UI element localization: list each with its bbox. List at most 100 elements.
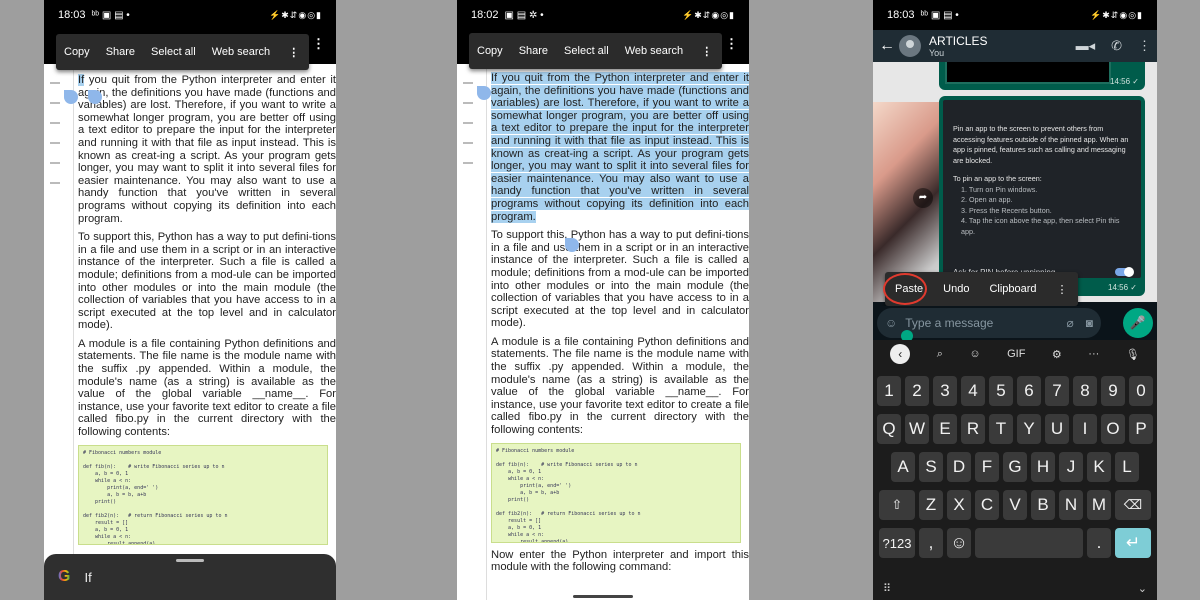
shift-key[interactable]: ⇧ xyxy=(879,490,915,520)
paragraph-2[interactable]: To support this, Python has a way to put… xyxy=(78,231,336,332)
key[interactable]: 0 xyxy=(1129,376,1153,406)
key[interactable]: B xyxy=(1031,490,1055,520)
key[interactable]: 4 xyxy=(961,376,985,406)
key[interactable]: 5 xyxy=(989,376,1013,406)
key[interactable]: Q xyxy=(877,414,901,444)
key[interactable]: 7 xyxy=(1045,376,1069,406)
paste-menu-more-icon[interactable]: ⋮ xyxy=(1047,283,1078,296)
key[interactable]: S xyxy=(919,452,943,482)
key[interactable]: W xyxy=(905,414,929,444)
message-bubble-image[interactable]: 14:56 ✓ xyxy=(939,62,1145,90)
keyboard-hide-icon[interactable]: ⌄ xyxy=(1138,582,1147,595)
selection-start-handle[interactable] xyxy=(477,86,491,100)
emoji-key[interactable]: ☺ xyxy=(947,528,971,558)
document-text[interactable]: If you quit from the Python interpreter … xyxy=(491,72,749,580)
key[interactable]: L xyxy=(1115,452,1139,482)
web-search-button[interactable]: Web search xyxy=(204,46,279,58)
menu-more-icon[interactable]: ⋮ xyxy=(691,45,722,58)
search-query[interactable]: If xyxy=(84,570,91,585)
selection-end-handle[interactable] xyxy=(565,238,579,252)
copy-button[interactable]: Copy xyxy=(56,46,98,58)
key[interactable]: N xyxy=(1059,490,1083,520)
key[interactable]: G xyxy=(1003,452,1027,482)
paragraph-3[interactable]: A module is a file containing Python def… xyxy=(491,336,749,437)
key[interactable]: O xyxy=(1101,414,1125,444)
key[interactable]: Z xyxy=(919,490,943,520)
copy-button[interactable]: Copy xyxy=(469,45,511,57)
key[interactable]: U xyxy=(1045,414,1069,444)
key[interactable]: H xyxy=(1031,452,1055,482)
comma-key[interactable]: , xyxy=(919,528,943,558)
google-search-bar[interactable]: G If xyxy=(44,554,336,600)
key[interactable]: J xyxy=(1059,452,1083,482)
share-button[interactable]: Share xyxy=(511,45,556,57)
key[interactable]: A xyxy=(891,452,915,482)
back-arrow-icon[interactable]: ← xyxy=(879,37,895,55)
space-key[interactable] xyxy=(975,528,1083,558)
selection-end-handle[interactable] xyxy=(88,90,102,104)
chat-area[interactable]: ➦ 14:56 ✓ Pin an app to the screen to pr… xyxy=(873,62,1157,302)
document-viewer[interactable]: If you quit from the Python interpreter … xyxy=(457,64,749,600)
keyboard-settings-icon[interactable]: ⚙ xyxy=(1052,348,1062,361)
paragraph-3[interactable]: A module is a file containing Python def… xyxy=(78,338,336,439)
symbols-key[interactable]: ?123 xyxy=(879,528,915,558)
select-all-button[interactable]: Select all xyxy=(143,46,204,58)
app-more-icon[interactable]: ⋮ xyxy=(312,36,325,52)
app-more-icon[interactable]: ⋮ xyxy=(725,36,738,52)
paragraph-1[interactable]: If you quit from the Python interpreter … xyxy=(78,74,336,225)
key[interactable]: M xyxy=(1087,490,1111,520)
web-search-button[interactable]: Web search xyxy=(617,45,692,57)
key[interactable]: X xyxy=(947,490,971,520)
chat-more-icon[interactable]: ⋮ xyxy=(1138,38,1151,54)
document-text[interactable]: If you quit from the Python interpreter … xyxy=(78,74,336,545)
key[interactable]: 2 xyxy=(905,376,929,406)
keyboard-back-icon[interactable]: ‹ xyxy=(890,344,911,364)
key[interactable]: R xyxy=(961,414,985,444)
key[interactable]: P xyxy=(1129,414,1153,444)
key[interactable]: T xyxy=(989,414,1013,444)
gesture-bar[interactable] xyxy=(573,595,633,598)
gif-button[interactable]: GIF xyxy=(1007,348,1025,360)
key[interactable]: C xyxy=(975,490,999,520)
drag-handle[interactable] xyxy=(176,559,204,562)
mic-button[interactable]: 🎤 xyxy=(1123,308,1153,338)
key[interactable]: 1 xyxy=(877,376,901,406)
enter-key[interactable]: ↵ xyxy=(1115,528,1151,558)
paragraph-2[interactable]: To support this, Python has a way to put… xyxy=(491,229,749,330)
share-button[interactable]: Share xyxy=(98,46,143,58)
paragraph-1-selected[interactable]: If you quit from the Python interpreter … xyxy=(491,72,749,223)
attach-icon[interactable]: ⌀ xyxy=(1067,316,1074,330)
menu-more-icon[interactable]: ⋮ xyxy=(278,46,309,59)
key[interactable]: 3 xyxy=(933,376,957,406)
chat-title-block[interactable]: ARTICLES You xyxy=(929,34,987,58)
key[interactable]: 8 xyxy=(1073,376,1097,406)
key[interactable]: Y xyxy=(1017,414,1041,444)
keyboard-more-icon[interactable]: ··· xyxy=(1088,348,1099,360)
selection-start-handle[interactable] xyxy=(64,90,78,104)
forward-icon[interactable]: ➦ xyxy=(913,188,933,208)
message-bubble-screenshot[interactable]: Pin an app to the screen to prevent othe… xyxy=(939,96,1145,296)
clipboard-button[interactable]: Clipboard xyxy=(979,283,1046,295)
phone-call-icon[interactable]: ✆ xyxy=(1111,38,1122,54)
emoji-icon[interactable]: ☺ xyxy=(885,316,897,330)
key[interactable]: D xyxy=(947,452,971,482)
backspace-key[interactable]: ⌫ xyxy=(1115,490,1151,520)
voice-input-icon[interactable]: 🎙 xyxy=(1126,348,1140,361)
video-call-icon[interactable]: ▬◂ xyxy=(1076,38,1096,54)
key[interactable]: F xyxy=(975,452,999,482)
paragraph-4[interactable]: Now enter the Python interpreter and imp… xyxy=(491,549,749,574)
key[interactable]: 6 xyxy=(1017,376,1041,406)
key[interactable]: I xyxy=(1073,414,1097,444)
undo-button[interactable]: Undo xyxy=(933,283,979,295)
camera-icon[interactable]: ◙ xyxy=(1086,316,1093,330)
period-key[interactable]: . xyxy=(1087,528,1111,558)
group-avatar[interactable] xyxy=(899,35,921,57)
document-viewer[interactable]: If you quit from the Python interpreter … xyxy=(44,64,336,600)
key[interactable]: V xyxy=(1003,490,1027,520)
keyboard-grid-icon[interactable]: ⠿ xyxy=(883,582,891,595)
select-all-button[interactable]: Select all xyxy=(556,45,617,57)
key[interactable]: E xyxy=(933,414,957,444)
key[interactable]: K xyxy=(1087,452,1111,482)
paste-button[interactable]: Paste xyxy=(882,273,933,305)
key[interactable]: 9 xyxy=(1101,376,1125,406)
